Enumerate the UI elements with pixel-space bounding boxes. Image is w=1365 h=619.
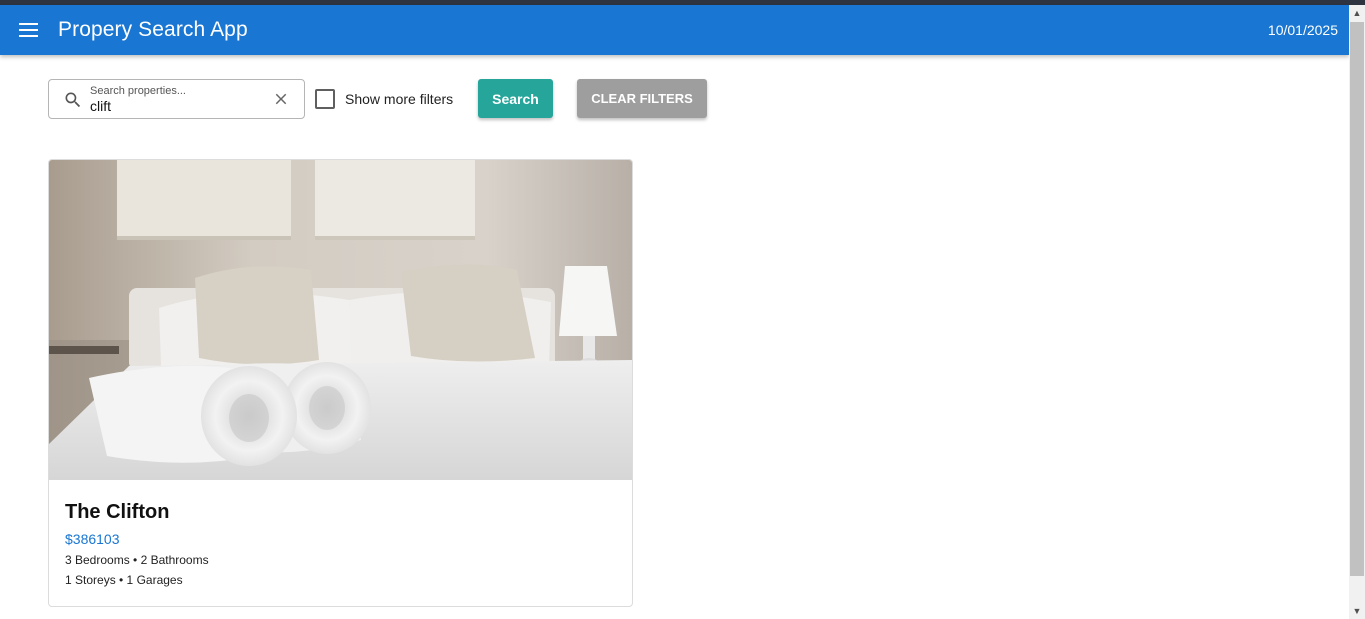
scroll-up-arrow-icon[interactable]: ▲: [1349, 5, 1365, 21]
search-button[interactable]: Search: [478, 79, 553, 118]
more-filters-checkbox[interactable]: [315, 89, 335, 109]
search-input[interactable]: [90, 97, 260, 115]
property-photo: [49, 160, 632, 480]
property-storeys-garages: 1 Storeys • 1 Garages: [65, 573, 183, 587]
search-input-label: Search properties...: [90, 85, 186, 97]
property-price: $386103: [65, 531, 120, 547]
app-bar: Propery Search App 10/01/2025: [0, 5, 1349, 55]
menu-icon[interactable]: [19, 22, 39, 38]
scrollbar-thumb[interactable]: [1350, 22, 1364, 576]
page-scrollbar[interactable]: ▲ ▼: [1349, 5, 1365, 619]
clear-filters-button[interactable]: CLEAR FILTERS: [577, 79, 707, 118]
app-title: Propery Search App: [58, 18, 248, 41]
property-rooms: 3 Bedrooms • 2 Bathrooms: [65, 553, 209, 567]
search-field[interactable]: Search properties...: [48, 79, 305, 119]
close-icon[interactable]: [272, 90, 290, 108]
search-icon: [65, 92, 81, 108]
scroll-down-arrow-icon[interactable]: ▼: [1349, 603, 1365, 619]
property-title: The Clifton: [65, 501, 170, 523]
more-filters-label[interactable]: Show more filters: [345, 91, 453, 107]
property-card[interactable]: The Clifton $386103 3 Bedrooms • 2 Bathr…: [48, 159, 633, 607]
app-date: 10/01/2025: [1267, 22, 1338, 38]
